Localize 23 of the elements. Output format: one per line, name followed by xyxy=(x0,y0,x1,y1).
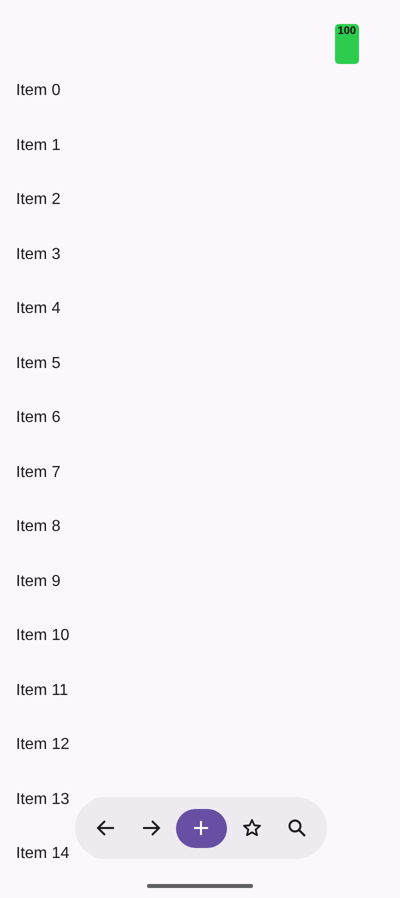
list-item[interactable]: Item 5 xyxy=(16,352,60,376)
list-item[interactable]: Item 0 xyxy=(16,79,60,104)
battery-level: 100 xyxy=(334,24,359,64)
list-item[interactable]: Item 13 xyxy=(16,788,70,812)
list-item[interactable]: Item 8 xyxy=(16,515,60,540)
list-item[interactable]: Item 7 xyxy=(16,460,60,485)
list-item[interactable]: Item 2 xyxy=(16,188,60,212)
search-icon xyxy=(286,818,306,838)
list-item[interactable]: Item 11 xyxy=(16,678,68,703)
back-arrow-icon xyxy=(96,818,116,838)
forward-arrow-icon xyxy=(140,818,160,838)
list-item[interactable]: Item 1 xyxy=(16,134,60,158)
list-item[interactable]: Item 14 xyxy=(16,842,70,866)
list-item[interactable]: Item 3 xyxy=(16,242,60,267)
list-item[interactable]: Item 12 xyxy=(16,733,70,758)
star-icon xyxy=(242,818,262,838)
gesture-handle[interactable] xyxy=(147,884,253,888)
list-item[interactable]: Item 4 xyxy=(16,297,60,322)
list-item[interactable]: Item 6 xyxy=(16,406,60,430)
add-button[interactable] xyxy=(176,808,226,848)
list-item[interactable]: Item 9 xyxy=(16,570,60,594)
list-item[interactable]: Item 10 xyxy=(16,624,70,648)
plus-icon xyxy=(193,820,209,836)
